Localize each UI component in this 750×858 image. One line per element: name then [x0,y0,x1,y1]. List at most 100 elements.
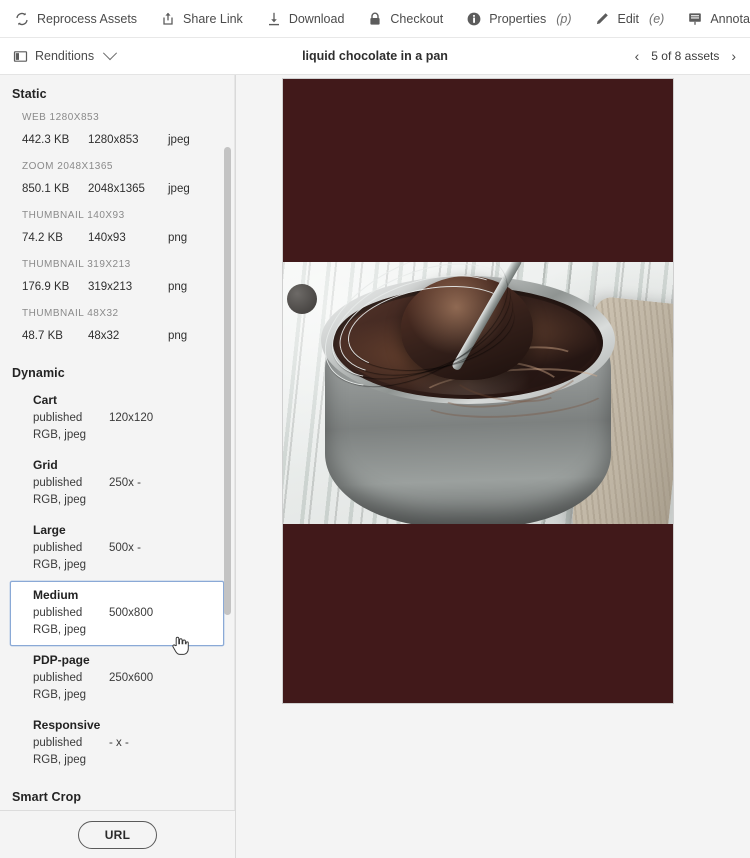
static-rendition-dimensions: 1280x853 [88,134,139,146]
static-rendition-size: 850.1 KB [22,183,70,195]
reprocess-assets-button[interactable]: Reprocess Assets [14,0,148,37]
static-rendition-format: png [168,281,188,293]
static-rendition-name: THUMBNAIL 319X213 [22,259,131,270]
dynamic-rendition-dimensions: 500x800 [109,607,154,619]
dynamic-rendition-name: PDP-page [33,653,90,667]
lock-icon [367,11,383,27]
dynamic-rendition-meta: RGB, jpeg [33,754,87,766]
static-rendition-size: 74.2 KB [22,232,63,244]
dynamic-rendition-status: published [33,542,83,554]
dynamic-rendition-meta: RGB, jpeg [33,689,87,701]
dynamic-rendition-details: published 500x - [33,540,215,557]
static-rendition-item[interactable]: ZOOM 2048X1365 850.1 KB 2048x1365 jpeg [0,156,234,205]
properties-label: Properties [489,11,547,26]
dynamic-rendition-dimensions: 120x120 [109,412,154,424]
dynamic-rendition-item-cart[interactable]: Cart published 120x120 RGB, jpeg [10,386,224,451]
edit-label: Edit [617,11,640,26]
dynamic-rendition-details: published - x - [33,735,215,752]
static-rendition-item[interactable]: WEB 1280X853 442.3 KB 1280x853 jpeg [0,107,234,156]
dynamic-rendition-name: Responsive [33,718,101,732]
dynamic-rendition-meta: RGB, jpeg [33,559,87,571]
asset-preview-pane [236,75,750,858]
dynamic-rendition-status: published [33,477,83,489]
dynamic-rendition-status: published [33,607,83,619]
dynamic-rendition-dimensions: 250x - [109,477,141,489]
dynamic-rendition-name: Cart [33,393,58,407]
static-rendition-details: 48.7 KB 48x32 png [22,330,234,342]
static-rendition-format: jpeg [168,134,190,146]
static-rendition-size: 48.7 KB [22,330,63,342]
dynamic-rendition-item-grid[interactable]: Grid published 250x - RGB, jpeg [10,451,224,516]
static-rendition-dimensions: 140x93 [88,232,126,244]
renditions-rail: Static WEB 1280X853 442.3 KB 1280x853 jp… [0,75,236,858]
renditions-subbar: Renditions liquid chocolate in a pan ‹ 5… [0,38,750,75]
next-asset-button[interactable]: › [729,47,738,65]
share-link-label: Share Link [183,11,243,26]
dynamic-rendition-name: Grid [33,458,58,472]
share-icon [160,11,176,27]
share-link-button[interactable]: Share Link [160,0,254,37]
dynamic-rendition-status: published [33,737,83,749]
reprocess-assets-label: Reprocess Assets [37,11,138,26]
dynamic-rendition-meta: RGB, jpeg [33,429,87,441]
dynamic-section-heading: Dynamic [12,366,65,380]
download-button[interactable]: Download [266,0,356,37]
static-rendition-details: 850.1 KB 2048x1365 jpeg [22,183,234,195]
static-rendition-item[interactable]: THUMBNAIL 48X32 48.7 KB 48x32 png [0,303,234,352]
static-rendition-name: WEB 1280X853 [22,112,100,123]
whisk-ball [287,284,317,314]
pencil-icon [594,11,610,27]
static-rendition-dimensions: 48x32 [88,330,120,342]
dynamic-rendition-dimensions: 500x - [109,542,141,554]
checkout-button[interactable]: Checkout [367,0,454,37]
previous-asset-button[interactable]: ‹ [633,47,642,65]
edit-button[interactable]: Edit (e) [594,0,675,37]
checkout-label: Checkout [390,11,444,26]
top-toolbar: Reprocess Assets Share Link Download Che… [0,0,750,38]
rail-scrollbar-thumb[interactable] [224,147,231,615]
asset-count-label: 5 of 8 assets [651,49,720,63]
chevron-down-icon [103,46,118,61]
dynamic-rendition-dimensions: 250x600 [109,672,154,684]
properties-button[interactable]: Properties (p) [466,0,582,37]
static-rendition-name: ZOOM 2048X1365 [22,161,113,172]
dynamic-rendition-item-pdp-page[interactable]: PDP-page published 250x600 RGB, jpeg [10,646,224,711]
dynamic-rendition-details: published 120x120 [33,410,215,427]
annotate-label: Annotate [710,11,750,26]
asset-pager: ‹ 5 of 8 assets › [633,47,738,65]
static-rendition-size: 442.3 KB [22,134,70,146]
rail-footer: URL [0,810,235,858]
dynamic-rendition-item-medium[interactable]: Medium published 500x800 RGB, jpeg [10,581,224,646]
renditions-list-scroll[interactable]: Static WEB 1280X853 442.3 KB 1280x853 jp… [0,75,235,810]
dynamic-rendition-status: published [33,412,83,424]
annotate-button[interactable]: Annotate [687,0,750,37]
static-section-heading: Static [12,87,47,101]
dynamic-rendition-dimensions: - x - [109,737,129,749]
dynamic-rendition-item-responsive[interactable]: Responsive published - x - RGB, jpeg [10,711,224,776]
url-button[interactable]: URL [77,820,158,849]
static-rendition-format: jpeg [168,183,190,195]
annotate-icon [687,11,703,27]
dynamic-rendition-details: published 500x800 [33,605,215,622]
download-label: Download [288,11,345,26]
renditions-dropdown[interactable]: Renditions [12,46,118,64]
static-rendition-format: png [168,232,188,244]
dynamic-rendition-meta: RGB, jpeg [33,494,87,506]
renditions-list: Static WEB 1280X853 442.3 KB 1280x853 jp… [0,75,234,810]
dynamic-rendition-name: Medium [33,588,79,602]
asset-preview-image[interactable] [282,78,674,704]
static-rendition-name: THUMBNAIL 48X32 [22,308,119,319]
dynamic-rendition-meta: RGB, jpeg [33,624,87,636]
static-rendition-dimensions: 2048x1365 [88,183,145,195]
static-rendition-dimensions: 319x213 [88,281,133,293]
dynamic-rendition-name: Large [33,523,66,537]
static-rendition-item[interactable]: THUMBNAIL 140X93 74.2 KB 140x93 png [0,205,234,254]
edit-shortcut: (e) [649,11,665,26]
renditions-label: Renditions [35,49,95,63]
rail-layout-icon [12,48,28,64]
dynamic-rendition-item-large[interactable]: Large published 500x - RGB, jpeg [10,516,224,581]
rail-scrollbar[interactable] [224,75,231,810]
static-rendition-item[interactable]: THUMBNAIL 319X213 176.9 KB 319x213 png [0,254,234,303]
refresh-icon [14,11,30,27]
dynamic-rendition-status: published [33,672,83,684]
